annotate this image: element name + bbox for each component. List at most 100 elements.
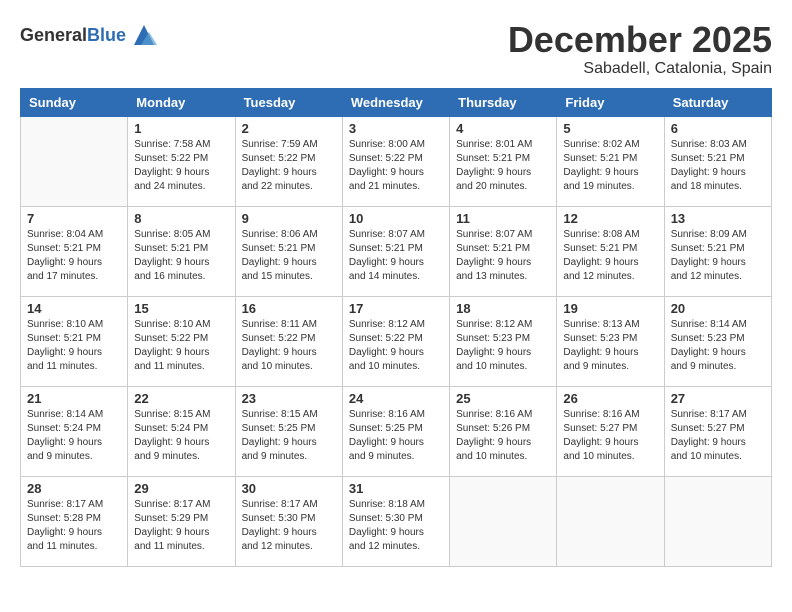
logo: GeneralBlue [20,20,159,50]
date-number: 5 [563,121,657,136]
cell-info: Sunrise: 8:04 AM Sunset: 5:21 PM Dayligh… [27,228,121,284]
cell-info: Sunrise: 8:02 AM Sunset: 5:21 PM Dayligh… [563,138,657,194]
calendar-cell: 29 Sunrise: 8:17 AM Sunset: 5:29 PM Dayli… [128,476,235,566]
date-number: 19 [563,301,657,316]
calendar-cell: 8Sunrise: 8:05 AM Sunset: 5:21 PM Daylig… [128,206,235,296]
cell-info: Sunrise: 8:16 AM Sunset: 5:26 PM Dayligh… [456,408,550,464]
calendar-cell [557,476,664,566]
date-number: 8 [134,211,228,226]
date-number: 1 [134,121,228,136]
cell-info: Sunrise: 7:58 AM Sunset: 5:22 PM Dayligh… [134,138,228,194]
cell-info: Sunrise: 8:12 AM Sunset: 5:23 PM Dayligh… [456,318,550,374]
calendar-week-4: 21 Sunrise: 8:14 AM Sunset: 5:24 PM Dayli… [21,386,772,476]
cell-info: Sunrise: 8:16 AM Sunset: 5:25 PM Dayligh… [349,408,443,464]
calendar-cell: 2 Sunrise: 7:59 AM Sunset: 5:22 PM Daylig… [235,116,342,206]
cell-info: Sunrise: 8:03 AM Sunset: 5:21 PM Dayligh… [671,138,765,194]
date-number: 2 [242,121,336,136]
calendar-cell: 24Sunrise: 8:16 AM Sunset: 5:25 PM Dayli… [342,386,449,476]
cell-info: Sunrise: 8:13 AM Sunset: 5:23 PM Dayligh… [563,318,657,374]
cell-info: Sunrise: 8:15 AM Sunset: 5:25 PM Dayligh… [242,408,336,464]
calendar-cell [21,116,128,206]
cell-info: Sunrise: 8:07 AM Sunset: 5:21 PM Dayligh… [456,228,550,284]
calendar-cell: 9 Sunrise: 8:06 AM Sunset: 5:21 PM Daylig… [235,206,342,296]
date-number: 16 [242,301,336,316]
date-number: 30 [242,481,336,496]
weekday-header-friday: Friday [557,88,664,116]
cell-info: Sunrise: 7:59 AM Sunset: 5:22 PM Dayligh… [242,138,336,194]
cell-info: Sunrise: 8:09 AM Sunset: 5:21 PM Dayligh… [671,228,765,284]
weekday-header-thursday: Thursday [450,88,557,116]
calendar-week-1: 1 Sunrise: 7:58 AM Sunset: 5:22 PM Daylig… [21,116,772,206]
calendar-cell: 21 Sunrise: 8:14 AM Sunset: 5:24 PM Dayli… [21,386,128,476]
date-number: 9 [242,211,336,226]
cell-info: Sunrise: 8:18 AM Sunset: 5:30 PM Dayligh… [349,498,443,554]
date-number: 7 [27,211,121,226]
date-number: 12 [563,211,657,226]
cell-info: Sunrise: 8:17 AM Sunset: 5:29 PM Dayligh… [134,498,228,554]
date-number: 18 [456,301,550,316]
date-number: 28 [27,481,121,496]
cell-info: Sunrise: 8:07 AM Sunset: 5:21 PM Dayligh… [349,228,443,284]
weekday-header-sunday: Sunday [21,88,128,116]
location-title: Sabadell, Catalonia, Spain [508,60,772,78]
weekday-header-monday: Monday [128,88,235,116]
month-title: December 2025 [508,20,772,60]
calendar-cell: 20 Sunrise: 8:14 AM Sunset: 5:23 PM Dayli… [664,296,771,386]
cell-info: Sunrise: 8:17 AM Sunset: 5:30 PM Dayligh… [242,498,336,554]
date-number: 4 [456,121,550,136]
calendar-cell: 28 Sunrise: 8:17 AM Sunset: 5:28 PM Dayli… [21,476,128,566]
cell-info: Sunrise: 8:15 AM Sunset: 5:24 PM Dayligh… [134,408,228,464]
calendar-cell: 10 Sunrise: 8:07 AM Sunset: 5:21 PM Dayli… [342,206,449,296]
calendar-cell: 19 Sunrise: 8:13 AM Sunset: 5:23 PM Dayli… [557,296,664,386]
weekday-header-wednesday: Wednesday [342,88,449,116]
page-header: GeneralBlue December 2025 Sabadell, Cata… [20,20,772,78]
cell-info: Sunrise: 8:11 AM Sunset: 5:22 PM Dayligh… [242,318,336,374]
calendar-cell: 13 Sunrise: 8:09 AM Sunset: 5:21 PM Dayli… [664,206,771,296]
calendar-cell: 14Sunrise: 8:10 AM Sunset: 5:21 PM Dayli… [21,296,128,386]
weekday-header-row: SundayMondayTuesdayWednesdayThursdayFrid… [21,88,772,116]
cell-info: Sunrise: 8:14 AM Sunset: 5:23 PM Dayligh… [671,318,765,374]
cell-info: Sunrise: 8:16 AM Sunset: 5:27 PM Dayligh… [563,408,657,464]
calendar-cell: 4 Sunrise: 8:01 AM Sunset: 5:21 PM Daylig… [450,116,557,206]
calendar-cell: 17 Sunrise: 8:12 AM Sunset: 5:22 PM Dayli… [342,296,449,386]
cell-info: Sunrise: 8:12 AM Sunset: 5:22 PM Dayligh… [349,318,443,374]
calendar-cell: 26 Sunrise: 8:16 AM Sunset: 5:27 PM Dayli… [557,386,664,476]
date-number: 15 [134,301,228,316]
calendar-cell: 11 Sunrise: 8:07 AM Sunset: 5:21 PM Dayli… [450,206,557,296]
date-number: 21 [27,391,121,406]
date-number: 22 [134,391,228,406]
calendar-cell [450,476,557,566]
calendar-week-2: 7 Sunrise: 8:04 AM Sunset: 5:21 PM Daylig… [21,206,772,296]
cell-info: Sunrise: 8:06 AM Sunset: 5:21 PM Dayligh… [242,228,336,284]
calendar-cell: 15 Sunrise: 8:10 AM Sunset: 5:22 PM Dayli… [128,296,235,386]
cell-info: Sunrise: 8:17 AM Sunset: 5:28 PM Dayligh… [27,498,121,554]
date-number: 25 [456,391,550,406]
calendar-cell: 31 Sunrise: 8:18 AM Sunset: 5:30 PM Dayli… [342,476,449,566]
cell-info: Sunrise: 8:01 AM Sunset: 5:21 PM Dayligh… [456,138,550,194]
calendar-cell: 23 Sunrise: 8:15 AM Sunset: 5:25 PM Dayli… [235,386,342,476]
date-number: 31 [349,481,443,496]
date-number: 20 [671,301,765,316]
date-number: 26 [563,391,657,406]
calendar-cell: 25 Sunrise: 8:16 AM Sunset: 5:26 PM Dayli… [450,386,557,476]
date-number: 29 [134,481,228,496]
calendar-cell: 22 Sunrise: 8:15 AM Sunset: 5:24 PM Dayli… [128,386,235,476]
title-area: December 2025 Sabadell, Catalonia, Spain [508,20,772,78]
cell-info: Sunrise: 8:10 AM Sunset: 5:22 PM Dayligh… [134,318,228,374]
calendar-cell [664,476,771,566]
calendar-cell: 5 Sunrise: 8:02 AM Sunset: 5:21 PM Daylig… [557,116,664,206]
cell-info: Sunrise: 8:14 AM Sunset: 5:24 PM Dayligh… [27,408,121,464]
date-number: 17 [349,301,443,316]
date-number: 11 [456,211,550,226]
calendar-cell: 30 Sunrise: 8:17 AM Sunset: 5:30 PM Dayli… [235,476,342,566]
date-number: 10 [349,211,443,226]
calendar-cell: 1 Sunrise: 7:58 AM Sunset: 5:22 PM Daylig… [128,116,235,206]
date-number: 3 [349,121,443,136]
date-number: 23 [242,391,336,406]
date-number: 13 [671,211,765,226]
calendar-cell: 12Sunrise: 8:08 AM Sunset: 5:21 PM Dayli… [557,206,664,296]
logo-icon [129,20,159,50]
calendar-cell: 16 Sunrise: 8:11 AM Sunset: 5:22 PM Dayli… [235,296,342,386]
cell-info: Sunrise: 8:17 AM Sunset: 5:27 PM Dayligh… [671,408,765,464]
logo-general: General [20,25,87,45]
